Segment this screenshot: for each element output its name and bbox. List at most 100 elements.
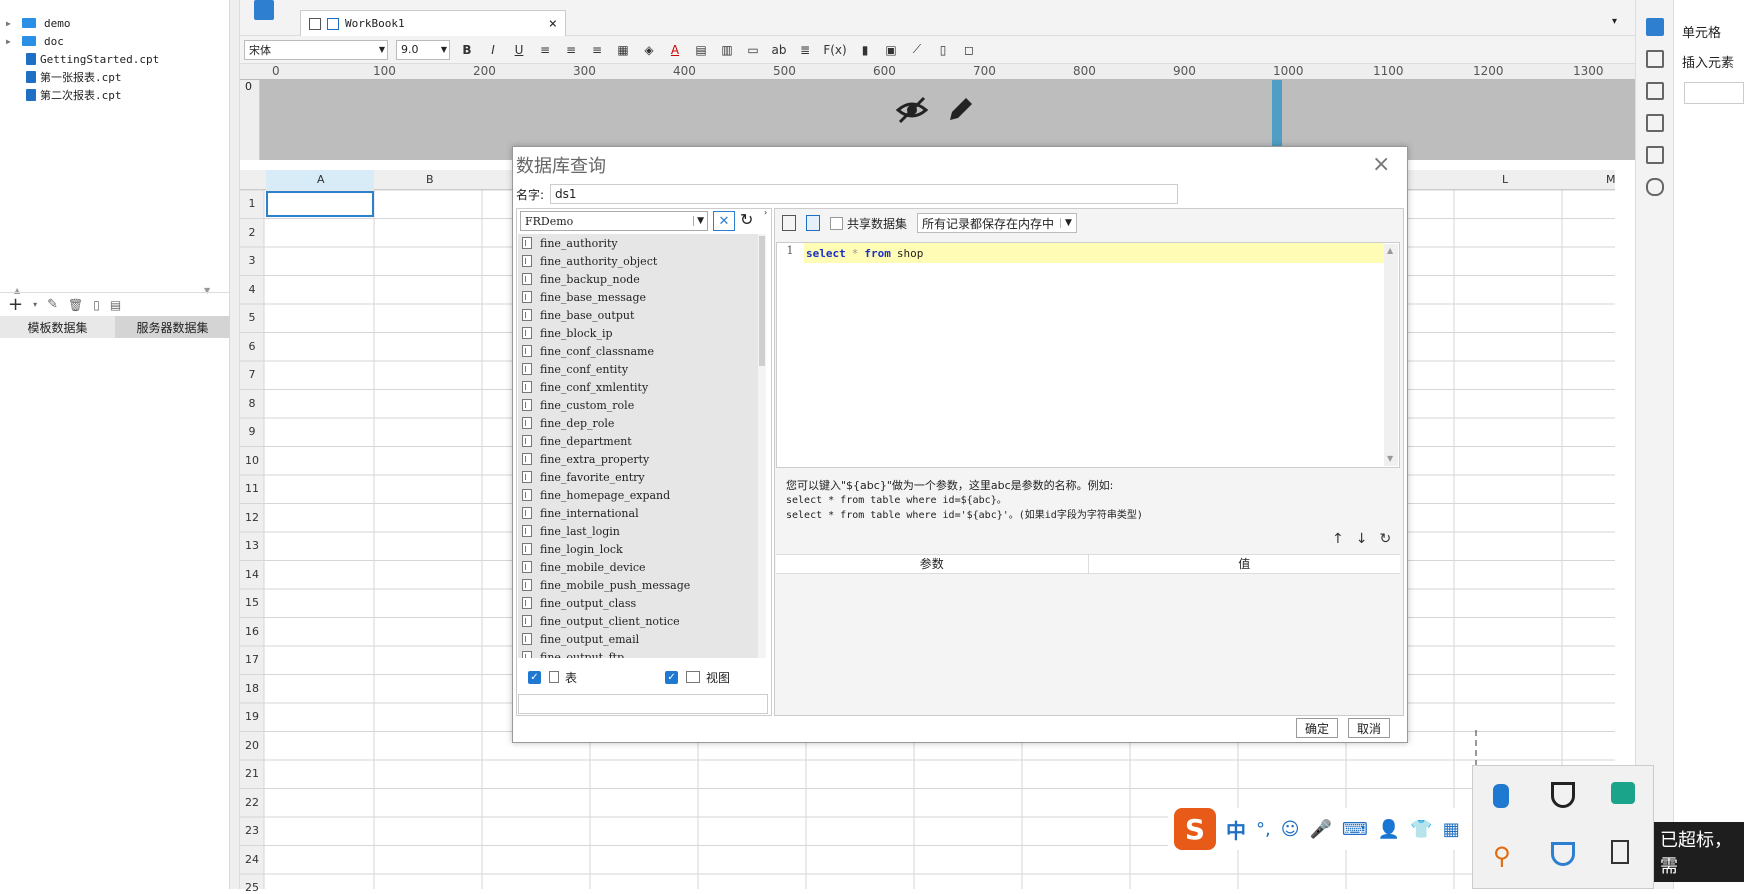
- table-list-item[interactable]: fine_login_lock: [522, 540, 623, 558]
- editor-scrollbar[interactable]: ▲ ▼: [1384, 244, 1398, 466]
- search-icon[interactable]: ⚲: [1493, 842, 1511, 870]
- rich-text-icon[interactable]: ≣: [796, 41, 814, 59]
- table-list-item[interactable]: fine_mobile_push_message: [522, 576, 690, 594]
- table-search-input[interactable]: [518, 694, 768, 714]
- user-icon[interactable]: 👤: [1378, 819, 1400, 840]
- ok-button[interactable]: 确定: [1296, 718, 1338, 738]
- tree-item-gettingstarted[interactable]: GettingStarted.cpt: [26, 50, 159, 68]
- parameter-table[interactable]: [776, 574, 1400, 714]
- sql-editor[interactable]: [776, 242, 1400, 468]
- row-label[interactable]: 17: [240, 653, 264, 666]
- row-label[interactable]: 21: [240, 767, 264, 780]
- selected-cell[interactable]: [266, 191, 374, 217]
- row-label[interactable]: 18: [240, 682, 264, 695]
- text-element-button[interactable]: ab: [770, 41, 788, 59]
- connection-select[interactable]: FRDemo ▼: [520, 211, 708, 231]
- delete-icon[interactable]: 🗑: [68, 298, 83, 312]
- font-family-select[interactable]: 宋体 ▼: [244, 39, 388, 60]
- table-list-item[interactable]: fine_homepage_expand: [522, 486, 670, 504]
- row-label[interactable]: 23: [240, 824, 264, 837]
- tab-server-dataset[interactable]: 服务器数据集: [115, 316, 230, 338]
- table-list-item[interactable]: fine_extra_property: [522, 450, 649, 468]
- row-label[interactable]: 12: [240, 511, 264, 524]
- row-label[interactable]: 7: [240, 368, 264, 381]
- crop-icon[interactable]: [1646, 82, 1664, 100]
- row-label[interactable]: 24: [240, 853, 264, 866]
- split-cells-icon[interactable]: ▥: [718, 41, 736, 59]
- italic-button[interactable]: I: [484, 41, 502, 59]
- fill-color-icon[interactable]: ◈: [640, 41, 658, 59]
- export-icon[interactable]: ▤: [110, 298, 121, 312]
- row-label[interactable]: 6: [240, 340, 264, 353]
- font-color-icon[interactable]: A: [666, 41, 684, 59]
- table-list-item[interactable]: fine_block_ip: [522, 324, 613, 342]
- table-list-item[interactable]: fine_conf_xmlentity: [522, 378, 648, 396]
- skin-icon[interactable]: 👕: [1410, 819, 1432, 840]
- toolbox-icon[interactable]: ▦: [1443, 819, 1460, 840]
- hyperlink-icon[interactable]: [1646, 178, 1664, 196]
- align-center-icon[interactable]: ≡: [562, 41, 580, 59]
- subreport-icon[interactable]: ▯: [934, 41, 952, 59]
- edit-icon[interactable]: ✎: [47, 297, 58, 312]
- formula-button[interactable]: F(x): [822, 41, 848, 59]
- add-dataset-icon[interactable]: +: [8, 294, 23, 315]
- scrollbar-thumb[interactable]: [759, 236, 765, 366]
- tab-list-icon[interactable]: ▾: [1612, 16, 1617, 27]
- font-size-select[interactable]: 9.0 ▼: [396, 39, 450, 60]
- save-sql-icon[interactable]: [806, 215, 820, 231]
- table-list-item[interactable]: fine_authority_object: [522, 252, 657, 270]
- column-label[interactable]: L: [1502, 173, 1508, 186]
- row-label[interactable]: 15: [240, 596, 264, 609]
- security-shield-icon[interactable]: [1551, 782, 1575, 808]
- table-list-item[interactable]: fine_output_client_notice: [522, 612, 680, 630]
- show-views-checkbox[interactable]: ✓: [665, 670, 679, 684]
- dropdown-arrow-icon[interactable]: ▾: [33, 300, 37, 309]
- row-label[interactable]: 13: [240, 539, 264, 552]
- cast-icon[interactable]: [1611, 782, 1635, 804]
- column-label[interactable]: A: [317, 173, 325, 186]
- memory-mode-select[interactable]: 所有记录都保存在内存中 ▼: [917, 213, 1077, 233]
- show-tables-checkbox[interactable]: ✓: [528, 670, 541, 684]
- bluetooth-icon[interactable]: [1493, 784, 1509, 808]
- row-label[interactable]: 20: [240, 739, 264, 752]
- tab-template-dataset[interactable]: 模板数据集: [0, 316, 115, 338]
- expand-icon[interactable]: ▶: [6, 37, 14, 46]
- column-label[interactable]: B: [426, 173, 434, 186]
- edit-pencil-icon[interactable]: [946, 94, 976, 124]
- tree-item-doc[interactable]: ▶ doc: [0, 32, 64, 50]
- column-label[interactable]: M: [1606, 173, 1616, 186]
- cell-section-label[interactable]: 单元格: [1682, 22, 1721, 41]
- sogou-logo[interactable]: S: [1174, 808, 1216, 850]
- tab-workbook1[interactable]: WorkBook1 ×: [300, 10, 566, 36]
- device-icon[interactable]: [1611, 840, 1629, 864]
- move-down-icon[interactable]: ↓: [1356, 531, 1368, 547]
- row-label[interactable]: 19: [240, 710, 264, 723]
- table-list-item[interactable]: fine_favorite_entry: [522, 468, 645, 486]
- cell-element-icon[interactable]: [1646, 50, 1664, 68]
- table-list-item[interactable]: fine_conf_entity: [522, 360, 628, 378]
- expand-icon[interactable]: ▶: [6, 19, 14, 28]
- row-label[interactable]: 10: [240, 454, 264, 467]
- chart-icon[interactable]: ▮: [856, 41, 874, 59]
- row-label[interactable]: 25: [240, 881, 264, 894]
- table-list-item[interactable]: fine_international: [522, 504, 639, 522]
- tree-item-report1[interactable]: 第一张报表.cpt: [26, 68, 122, 86]
- collapse-right-icon[interactable]: ›: [764, 208, 767, 217]
- table-list-item[interactable]: fine_output_email: [522, 630, 639, 648]
- insert-element-label[interactable]: 插入元素: [1682, 52, 1734, 71]
- table-list-item[interactable]: fine_output_ftp: [522, 648, 624, 658]
- float-element-icon[interactable]: ◻: [960, 41, 978, 59]
- image-icon[interactable]: ▣: [882, 41, 900, 59]
- align-left-icon[interactable]: ≡: [536, 41, 554, 59]
- dataset-name-input[interactable]: ds1: [550, 184, 1178, 204]
- share-dataset-checkbox[interactable]: [830, 216, 843, 230]
- refresh-icon[interactable]: ↻: [740, 210, 753, 229]
- row-label[interactable]: 1: [240, 197, 264, 210]
- table-list-item[interactable]: fine_department: [522, 432, 632, 450]
- table-list-item[interactable]: fine_custom_role: [522, 396, 634, 414]
- punctuation-toggle[interactable]: °,: [1256, 819, 1271, 840]
- hide-icon[interactable]: [896, 96, 928, 124]
- cancel-button[interactable]: 取消: [1348, 718, 1390, 738]
- border-icon[interactable]: ▦: [614, 41, 632, 59]
- close-icon[interactable]: ×: [1372, 152, 1390, 177]
